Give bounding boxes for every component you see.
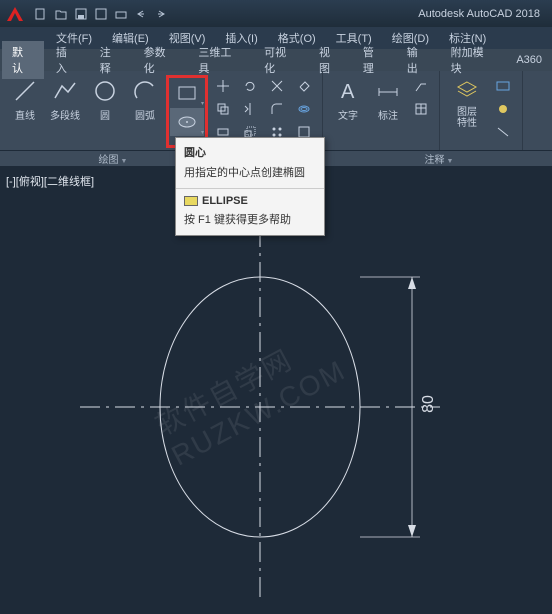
polyline-icon	[51, 77, 79, 105]
table-button[interactable]	[409, 98, 433, 120]
plot-icon[interactable]	[112, 5, 130, 23]
dim-arrow-bottom	[408, 525, 416, 537]
ellipse-center-button[interactable]: ▾	[170, 108, 204, 136]
new-icon[interactable]	[32, 5, 50, 23]
arc-button[interactable]: 圆弧	[126, 75, 164, 148]
panel-annotate: A 文字 标注	[323, 71, 440, 150]
erase-button[interactable]	[292, 75, 316, 97]
text-button[interactable]: A 文字	[329, 75, 367, 148]
layer-match-button[interactable]	[490, 121, 516, 143]
dimension-icon	[374, 77, 402, 105]
dimension-text: 80	[420, 395, 438, 413]
ellipse-tooltip: 圆心 用指定的中心点创建椭圆 ELLIPSE 按 F1 键获得更多帮助	[175, 137, 325, 236]
text-icon: A	[334, 77, 362, 105]
title-bar: Autodesk AutoCAD 2018	[0, 0, 552, 27]
app-logo-icon[interactable]	[4, 3, 26, 25]
circle-icon	[91, 77, 119, 105]
app-title: Autodesk AutoCAD 2018	[418, 8, 548, 20]
viewport[interactable]: [-][俯视][二维线框] 软件自学网 RUZKW.COM 80 圆心 用指定的…	[0, 167, 552, 614]
save-icon[interactable]	[72, 5, 90, 23]
panel-label-annotate[interactable]: 注释▼	[425, 151, 454, 166]
circle-button[interactable]: 圆	[86, 75, 124, 148]
redo-icon[interactable]	[152, 5, 170, 23]
panel-label-draw[interactable]: 绘图▼	[99, 151, 128, 166]
arc-icon	[131, 77, 159, 105]
layer-state-button[interactable]	[490, 75, 516, 97]
tab-a360[interactable]: A360	[506, 51, 552, 69]
copy-button[interactable]	[210, 98, 236, 120]
mirror-button[interactable]	[237, 98, 263, 120]
ribbon-tabs: 默认 插入 注释 参数化 三维工具 可视化 视图 管理 输出 附加模块 A360	[0, 49, 552, 71]
tooltip-command: ELLIPSE	[176, 189, 324, 209]
svg-text:A: A	[341, 81, 355, 103]
rotate-button[interactable]	[237, 75, 263, 97]
line-icon	[11, 77, 39, 105]
dimension-button[interactable]: 标注	[369, 75, 407, 148]
move-button[interactable]	[210, 75, 236, 97]
layers-icon	[453, 77, 481, 105]
undo-icon[interactable]	[132, 5, 150, 23]
open-icon[interactable]	[52, 5, 70, 23]
offset-button[interactable]	[292, 98, 316, 120]
tooltip-help: 按 F1 键获得更多帮助	[176, 209, 324, 235]
dim-arrow-top	[408, 277, 416, 289]
tooltip-description: 用指定的中心点创建椭圆	[176, 162, 324, 188]
polyline-button[interactable]: 多段线	[46, 75, 84, 148]
layer-properties-button[interactable]: 图层 特性	[446, 75, 488, 148]
line-button[interactable]: 直线	[6, 75, 44, 148]
tooltip-title: 圆心	[176, 138, 324, 162]
saveas-icon[interactable]	[92, 5, 110, 23]
fillet-button[interactable]	[264, 98, 290, 120]
quick-access-toolbar	[32, 5, 170, 23]
command-icon	[184, 196, 198, 206]
leader-button[interactable]	[409, 75, 433, 97]
panel-layers: 图层 特性	[440, 71, 523, 150]
layer-iso-button[interactable]	[490, 98, 516, 120]
rectangle-button[interactable]: ▾	[170, 79, 204, 107]
trim-button[interactable]	[264, 75, 290, 97]
